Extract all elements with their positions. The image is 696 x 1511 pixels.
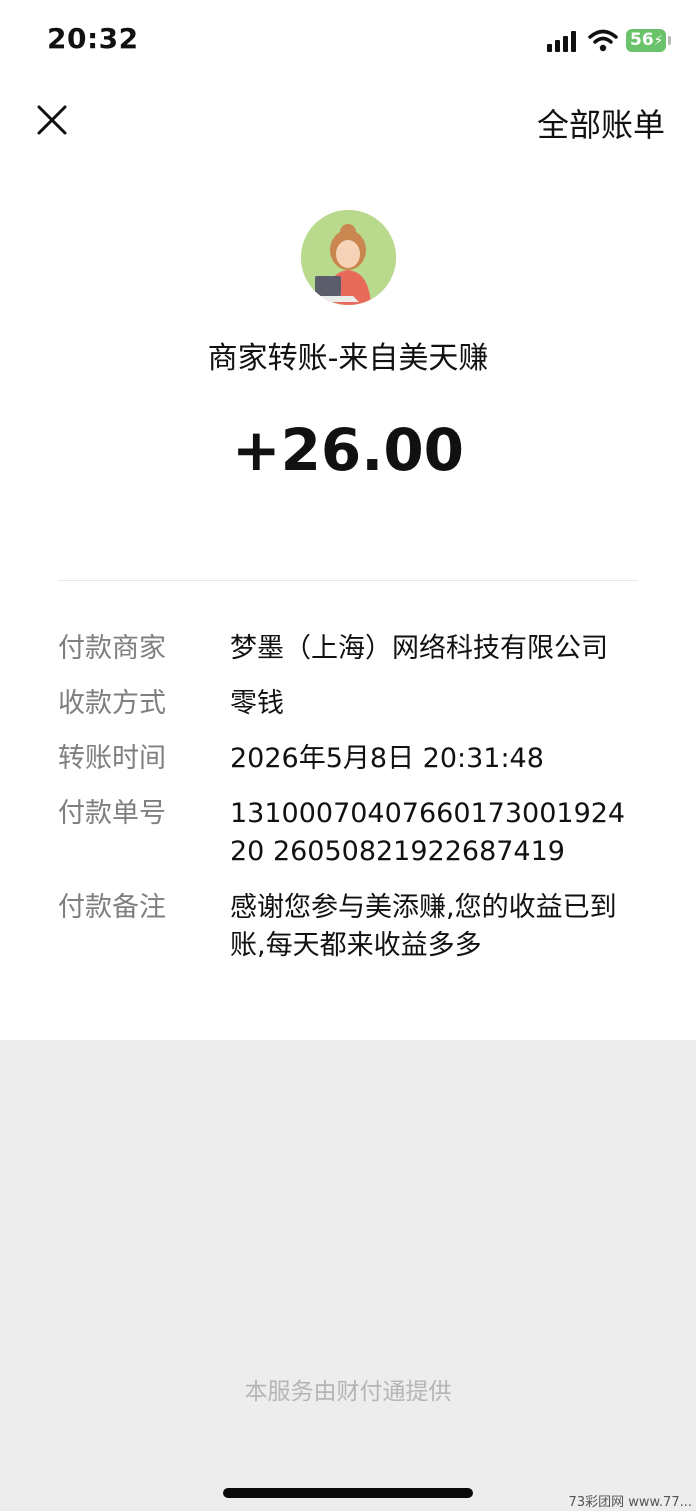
detail-label: 转账时间 (58, 743, 166, 774)
divider (58, 580, 638, 581)
merchant-avatar (301, 210, 396, 305)
detail-label: 付款单号 (58, 798, 166, 829)
detail-value: 梦墨（上海）网络科技有限公司 (230, 633, 608, 664)
watermark: 73彩团网 www.77... (568, 1495, 692, 1510)
merchant-transfer-title: 商家转账-来自美天赚 (207, 341, 489, 376)
detail-value: 感谢您参与美添赚,您的收益已到账,每天都来收益多多 (230, 892, 617, 961)
wifi-icon (588, 29, 618, 52)
battery-charging-icon: 56⚡ (626, 29, 666, 52)
detail-label: 收款方式 (58, 688, 166, 719)
cellular-signal-icon (547, 30, 579, 52)
detail-value: 零钱 (230, 688, 284, 719)
bill-detail-panel: 20:32 56⚡ 全部账单 商家转账-来自美天赚 +26.00 付款商家 梦墨… (0, 0, 696, 1040)
battery-tip (668, 36, 671, 45)
battery-level: 56 (630, 30, 654, 50)
service-provider-note: 本服务由财付通提供 (244, 1379, 452, 1405)
detail-value: 2026年5月8日 20:31:48 (230, 743, 544, 774)
status-time: 20:32 (47, 22, 139, 55)
transfer-amount: +26.00 (231, 416, 465, 484)
all-bills-button[interactable]: 全部账单 (537, 100, 665, 146)
detail-label: 付款备注 (58, 892, 166, 923)
close-icon[interactable] (36, 104, 68, 136)
detail-value[interactable]: 1310007040766017300192420 26050821922687… (230, 795, 640, 871)
detail-label: 付款商家 (58, 633, 166, 664)
home-indicator[interactable] (223, 1488, 473, 1498)
